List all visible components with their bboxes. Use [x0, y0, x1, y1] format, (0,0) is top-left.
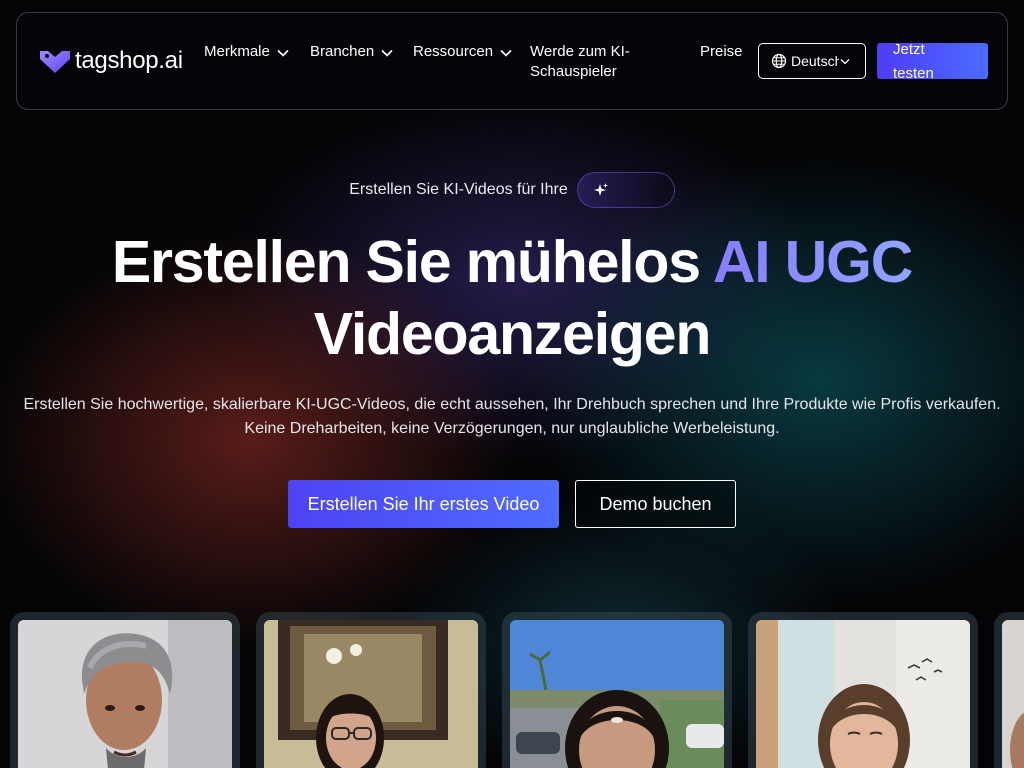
video-thumbnail: [510, 620, 724, 768]
nav-item-merkmale[interactable]: Merkmale: [204, 42, 289, 62]
partial-video-image: [1002, 620, 1024, 768]
nav-item-label: Preise: [700, 43, 743, 60]
chevron-down-icon: [381, 49, 393, 57]
brand-name: tagshop.ai: [75, 47, 183, 74]
try-now-button[interactable]: Jetzt testen: [877, 43, 988, 79]
hero-headline: Erstellen Sie mühelos AI UGC Videoanzeig…: [0, 226, 1024, 370]
hero-eyebrow: Erstellen Sie KI-Videos für Ihre: [0, 172, 1024, 208]
nav-item-label: Merkmale: [204, 43, 270, 60]
chevron-down-icon: [500, 49, 512, 57]
globe-icon: [771, 53, 787, 69]
woman-outdoor-image: [510, 620, 724, 768]
video-thumbnail: [756, 620, 970, 768]
chevron-down-icon: [277, 49, 289, 57]
book-demo-button[interactable]: Demo buchen: [575, 480, 736, 528]
nav-item-label: Werde zum KI-Schauspieler: [530, 43, 630, 80]
nav-item-label: Ressourcen: [413, 43, 494, 60]
nav-item-branchen[interactable]: Branchen: [310, 42, 393, 62]
video-thumbnail: [264, 620, 478, 768]
try-now-label: Jetzt testen: [893, 43, 934, 79]
nav-item-preise[interactable]: Preise: [700, 42, 743, 62]
brand-logo[interactable]: tagshop.ai: [38, 47, 183, 75]
rotating-word-pill: [576, 172, 675, 208]
headline-part-2: Videoanzeigen: [313, 301, 712, 367]
nav-item-label: Branchen: [310, 43, 375, 60]
man-portrait-image: [18, 620, 232, 768]
top-navigation: tagshop.ai Merkmale Branchen Ressourcen …: [16, 12, 1008, 110]
video-card[interactable]: [256, 612, 486, 768]
nav-item-ressourcen[interactable]: Ressourcen: [413, 42, 512, 62]
hero-subtitle: Erstellen Sie hochwertige, skalierbare K…: [23, 396, 1001, 437]
video-card[interactable]: [748, 612, 978, 768]
sparkle-icon: [593, 183, 608, 196]
headline-part-1: Erstellen Sie mühelos: [111, 229, 713, 295]
video-thumbnail: [1002, 620, 1024, 768]
nav-item-ki-schauspieler[interactable]: Werde zum KI-Schauspieler: [530, 42, 640, 82]
woman-room-image: [756, 620, 970, 768]
chevron-down-icon: [840, 58, 850, 64]
video-card[interactable]: [10, 612, 240, 768]
video-card[interactable]: [994, 612, 1024, 768]
heart-tag-logo-icon: [40, 51, 70, 73]
headline-accent: AI UGC: [712, 229, 914, 295]
woman-indoor-image: [264, 620, 478, 768]
eyebrow-text: Erstellen Sie KI-Videos für Ihre: [349, 181, 568, 198]
language-selector[interactable]: Deutsch: [758, 43, 866, 79]
video-card[interactable]: [502, 612, 732, 768]
create-first-video-button[interactable]: Erstellen Sie Ihr erstes Video: [288, 480, 559, 528]
language-label: Deutsch: [791, 53, 839, 69]
video-thumbnail: [18, 620, 232, 768]
